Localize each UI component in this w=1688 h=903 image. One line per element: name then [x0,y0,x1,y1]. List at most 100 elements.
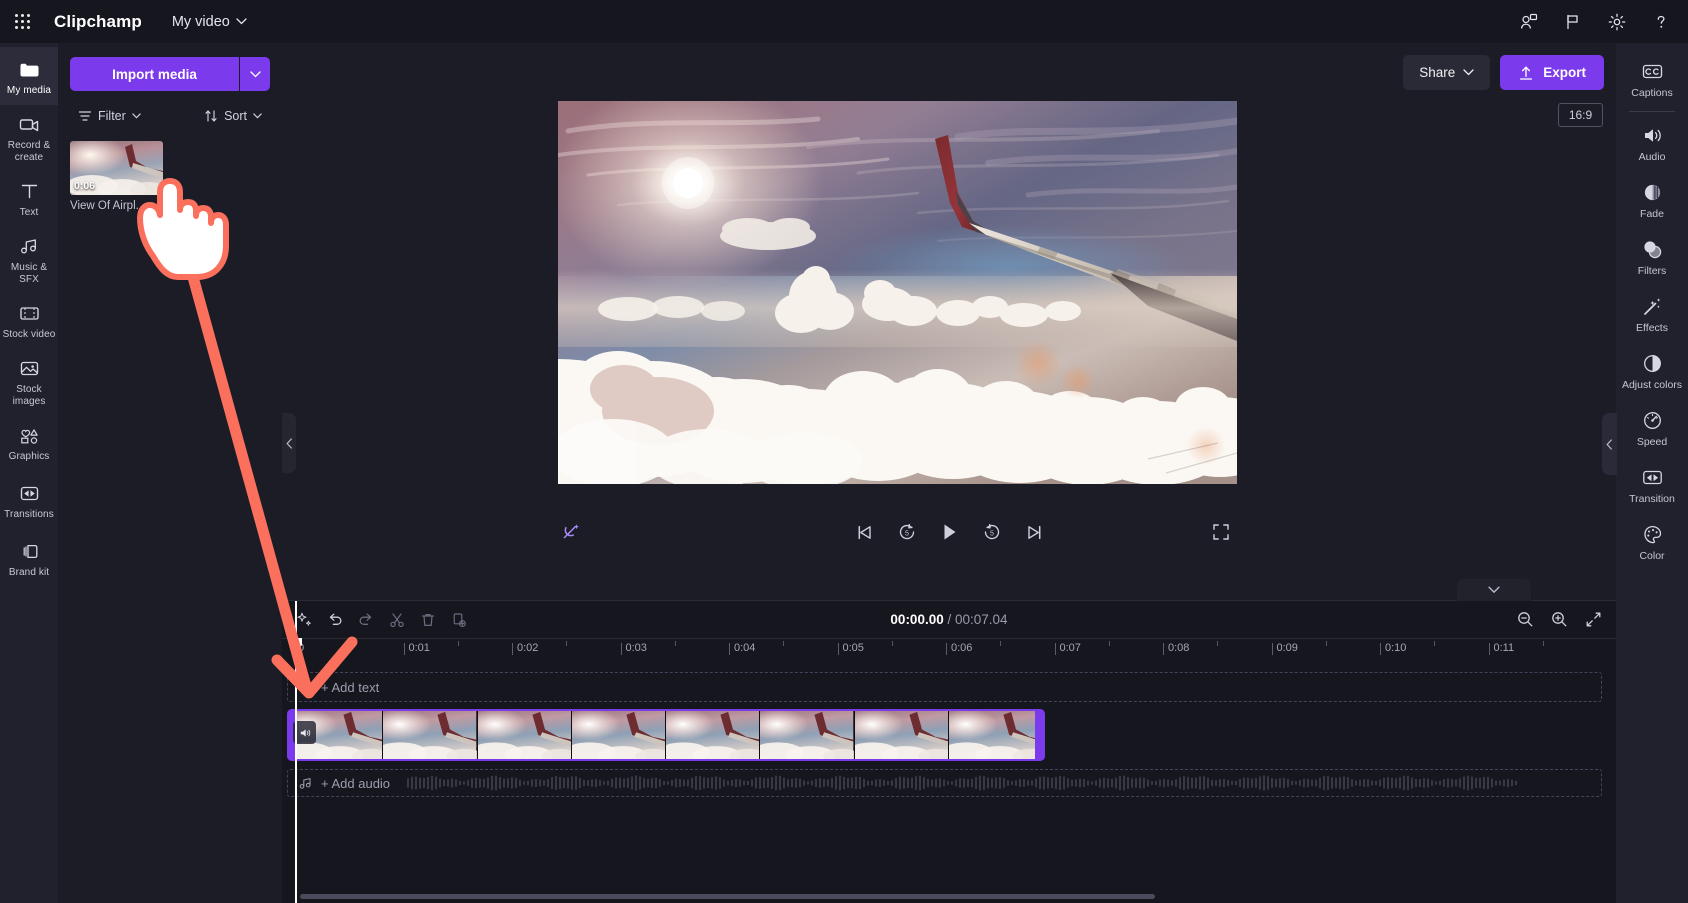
collaborate-icon[interactable] [1510,3,1548,41]
prop-item-captions[interactable]: Captions [1616,51,1688,108]
prop-item-filters[interactable]: Filters [1616,229,1688,286]
prop-item-label: Adjust colors [1621,379,1683,391]
sort-button[interactable]: Sort [196,105,270,127]
fullscreen-button[interactable] [1206,517,1236,547]
filter-button[interactable]: Filter [70,105,149,127]
prop-item-speed[interactable]: Speed [1616,400,1688,457]
split-button[interactable] [383,606,411,634]
timeline-tools [290,606,473,634]
collapse-timeline-button[interactable] [1457,579,1531,601]
video-camera-icon [19,119,38,132]
zoom-out-button[interactable] [1511,606,1539,634]
ruler-tick-major [1054,643,1056,655]
sidebar-item-stock-video[interactable]: Stock video [0,291,58,349]
timeline-horizontal-scrollbar[interactable] [300,894,1155,899]
undo-button[interactable] [321,606,349,634]
settings-gear-icon[interactable] [1598,3,1636,41]
collapse-property-rail-button[interactable] [1602,413,1617,475]
sidebar-item-transitions[interactable]: Transitions [0,471,58,529]
prop-item-label: Speed [1636,436,1668,448]
sidebar-item-stock-images[interactable]: Stock images [0,349,58,413]
prop-item-audio[interactable]: Audio [1616,115,1688,172]
sidebar-item-music-sfx[interactable]: Music & SFX [0,227,58,291]
transition-icon [1642,470,1662,485]
zoom-in-button[interactable] [1545,606,1573,634]
prop-item-color[interactable]: Color [1616,514,1688,571]
skip-to-start-button[interactable] [849,517,879,547]
shapes-icon [20,429,38,444]
app-launcher-icon[interactable] [0,0,44,43]
transition-icon [20,486,38,500]
video-preview[interactable] [558,101,1237,484]
project-name-label: My video [171,13,230,30]
prop-item-label: Audio [1638,151,1666,163]
prop-item-effects[interactable]: Effects [1616,286,1688,343]
ruler-tick-minor [566,641,568,646]
prop-item-transition[interactable]: Transition [1616,457,1688,514]
fit-to-screen-button[interactable] [1579,606,1607,634]
current-time: 00:00.00 [890,612,944,627]
chevron-down-icon [236,18,247,25]
sidebar-item-graphics[interactable]: Graphics [0,413,58,471]
ruler-tick-major [1380,643,1381,655]
add-audio-track[interactable]: + Add audio [287,769,1602,797]
redo-button[interactable] [352,606,380,634]
feedback-flag-icon[interactable] [1554,3,1592,41]
rewind-5s-button[interactable]: 5 [892,517,922,547]
ruler-tick-minor [349,641,351,646]
sidebar-item-record-create[interactable]: Record & create [0,105,58,169]
add-audio-label: + Add audio [321,775,391,791]
add-text-track[interactable]: + Add text [287,672,1602,702]
sidebar-item-label: Stock video [2,328,56,340]
prop-item-fade[interactable]: Fade [1616,172,1688,229]
export-button[interactable]: Export [1500,55,1604,90]
ruler-tick-major [403,643,405,655]
adjust-colors-icon [1643,355,1661,372]
aspect-ratio-button[interactable]: 16:9 [1558,103,1603,127]
prop-item-label: Transition [1629,493,1675,505]
upload-arrow-icon [1520,66,1533,80]
sidebar-item-label: Music & SFX [10,262,48,285]
video-clip[interactable] [287,709,1045,761]
chevron-down-icon [1488,586,1500,594]
skip-to-end-button[interactable] [1019,517,1049,547]
chevron-down-icon [1463,69,1474,76]
import-media-dropdown[interactable] [240,57,270,91]
ruler-tick-minor [674,641,676,646]
sidebar-item-brand-kit[interactable]: Brand kit [0,529,58,587]
play-button[interactable] [934,517,964,547]
sidebar-item-my-media[interactable]: My media [0,47,58,105]
chevron-down-icon [132,113,141,119]
media-thumbnail[interactable]: 0:06 [70,141,163,195]
prop-item-label: Filters [1637,265,1667,277]
forward-5-icon: 5 [984,523,999,540]
player-controls: 5 5 [282,508,1616,556]
duplicate-button[interactable] [445,606,473,634]
help-question-icon[interactable] [1642,3,1680,41]
clip-thumbnail-frame [468,711,578,759]
ruler-tick-label: 0:01 [408,642,430,654]
share-button[interactable]: Share [1403,55,1491,90]
brand-kit-icon [23,544,37,558]
delete-button[interactable] [414,606,442,634]
sidebar-item-text[interactable]: Text [0,169,58,227]
media-item[interactable]: 0:06 View Of Airpl... [70,141,163,212]
captions-cc-icon [1642,64,1662,79]
forward-5s-button[interactable]: 5 [977,517,1007,547]
ruler-tick-major [837,643,839,655]
project-name-menu[interactable]: My video [172,14,247,30]
auto-compose-button[interactable] [290,606,318,634]
timeline-ruler[interactable]: 0 0:01 0:02 0:03 0:04 0:05 0:06 0:07 0:08 0:09 0:1… [282,638,1616,661]
prop-item-adjust-colors[interactable]: Adjust colors [1616,343,1688,400]
collapse-media-panel-button[interactable] [282,413,296,473]
clip-thumbnail-frame [657,711,767,759]
media-duration-badge: 0:06 [74,180,96,192]
clip-audio-toggle[interactable] [293,721,316,744]
ruler-tick-minor [1000,641,1002,646]
clip-thumbnail-frame [751,711,861,759]
picture-icon [20,361,38,376]
clip-thumbnail-frame [374,711,484,759]
clip-trim-handle-right[interactable] [1035,709,1045,761]
auto-compose-preview-button[interactable] [556,517,586,547]
import-media-button[interactable]: Import media [70,57,240,91]
